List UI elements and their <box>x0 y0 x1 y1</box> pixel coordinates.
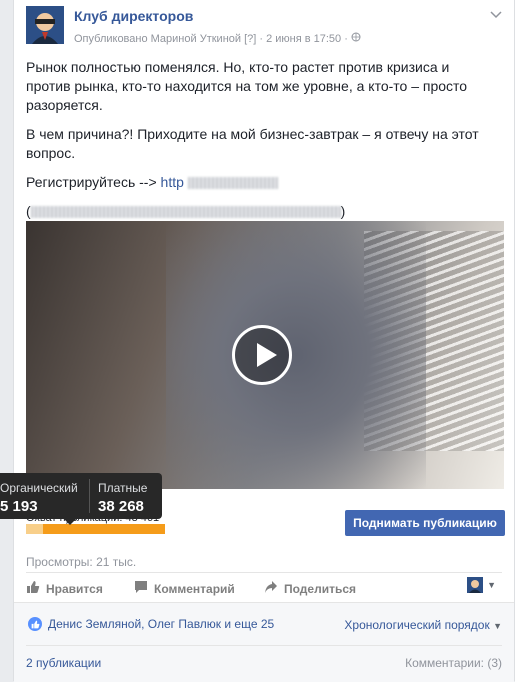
redacted-link <box>187 177 278 190</box>
tooltip-separator <box>89 479 90 513</box>
like-button[interactable]: Нравится <box>26 580 103 597</box>
likers-summary[interactable]: Денис Земляной, Олег Павлюк и еще 25 <box>28 617 274 631</box>
caret-down-icon: ▼ <box>487 580 496 590</box>
video-redacted-area <box>166 221 426 489</box>
redacted-text <box>30 206 341 219</box>
post-redacted-line: () <box>26 202 496 221</box>
comment-order-label: Хронологический порядок <box>344 618 490 632</box>
register-prefix: Регистрируйтесь --> <box>26 174 161 190</box>
post-register-line: Регистрируйтесь --> http <box>26 173 496 192</box>
video-player[interactable] <box>26 221 504 489</box>
comment-icon <box>134 580 148 597</box>
tooltip-organic: Органический 5 193 <box>0 481 78 515</box>
like-reaction-icon <box>28 617 42 631</box>
globe-icon <box>351 32 361 45</box>
feedback-area <box>14 602 514 682</box>
post-paragraph-1: Рынок полностью поменялся. Но, кто-то ра… <box>26 59 468 113</box>
comments-count[interactable]: Комментарии: (3) <box>405 656 502 670</box>
reach-bar[interactable] <box>26 524 165 534</box>
viewer-avatar <box>467 577 484 593</box>
share-arrow-icon <box>264 580 278 597</box>
shares-link[interactable]: 2 публикации <box>26 656 101 670</box>
post-meta-text: Опубликовано Мариной Уткиной [?] · 2 июн… <box>74 33 348 45</box>
page-name-link[interactable]: Клуб директоров <box>74 8 193 24</box>
divider <box>26 572 502 573</box>
paid-value: 38 268 <box>98 498 144 515</box>
views-count: Просмотры: 21 тыс. <box>26 555 137 569</box>
post-text: Рынок полностью поменялся. Но, кто-то ра… <box>26 58 496 231</box>
paren-close: ) <box>340 203 346 219</box>
post-header: Клуб директоров Опубликовано Мариной Утк… <box>26 4 514 46</box>
post-as-selector[interactable]: ▼ <box>467 577 496 593</box>
organic-value: 5 193 <box>0 498 38 515</box>
register-link[interactable]: http <box>161 174 184 190</box>
play-button-icon[interactable] <box>232 325 292 385</box>
tooltip-paid: Платные 38 268 <box>98 481 147 515</box>
boost-post-button[interactable]: Поднимать публикацию <box>345 510 505 536</box>
reach-bar-organic <box>26 524 43 534</box>
divider <box>26 645 502 646</box>
paid-label: Платные <box>98 481 148 495</box>
post-options-chevron-icon[interactable] <box>490 10 502 22</box>
comment-button[interactable]: Комментарий <box>134 580 235 597</box>
action-bar: Нравится Комментарий Поделиться ▼ <box>26 576 502 598</box>
share-button[interactable]: Поделиться <box>264 580 356 597</box>
page-avatar[interactable] <box>26 6 64 44</box>
post-meta: Опубликовано Мариной Уткиной [?] · 2 июн… <box>74 32 361 45</box>
like-label: Нравится <box>46 581 103 596</box>
order-caret-icon: ▼ <box>493 621 502 631</box>
post-paragraph-2: В чем причина?! Приходите на мой бизнес-… <box>26 126 479 161</box>
share-label: Поделиться <box>284 581 357 596</box>
comment-order-dropdown[interactable]: Хронологический порядок ▼ <box>344 618 502 632</box>
reach-tooltip: Органический 5 193 Платные 38 268 <box>0 473 162 525</box>
post-card: Клуб директоров Опубликовано Мариной Утк… <box>13 0 515 682</box>
thumbs-up-icon <box>26 580 40 597</box>
comment-label: Комментарий <box>154 581 235 596</box>
likers-text: Денис Земляной, Олег Павлюк и еще 25 <box>48 617 275 631</box>
organic-label: Органический <box>0 481 78 495</box>
